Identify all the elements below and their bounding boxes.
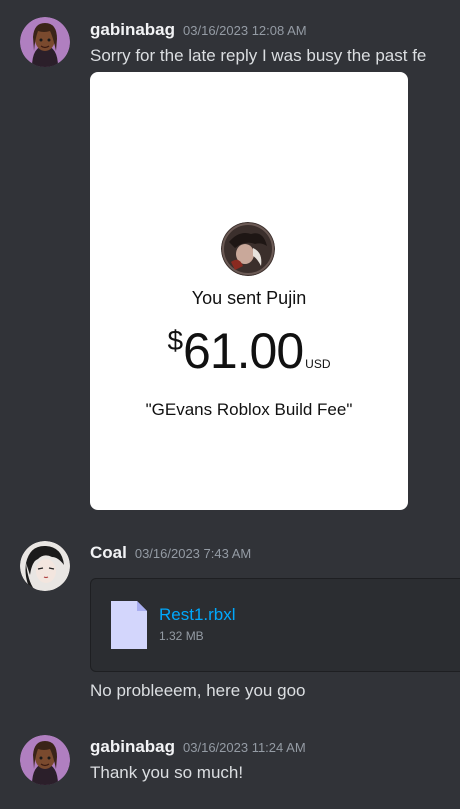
amount-value: 61.00 <box>183 323 304 379</box>
timestamp: 03/16/2023 11:24 AM <box>183 740 306 755</box>
file-name-link[interactable]: Rest1.rbxl <box>159 605 236 625</box>
file-attachment[interactable]: Rest1.rbxl 1.32 MB <box>90 578 460 672</box>
message-text: No probleeem, here you goo <box>90 681 306 700</box>
currency-code: USD <box>305 357 331 371</box>
file-icon <box>109 599 149 651</box>
payment-amount: $61.00 USD <box>90 322 408 380</box>
message-header: gabinabag 03/16/2023 11:24 AM <box>90 737 306 757</box>
username[interactable]: gabinabag <box>90 20 175 39</box>
file-size: 1.32 MB <box>159 629 204 643</box>
avatar[interactable] <box>20 735 70 785</box>
payment-note: "GEvans Roblox Build Fee" <box>145 400 353 419</box>
username[interactable]: gabinabag <box>90 737 175 756</box>
message-text: Thank you so much! <box>90 763 244 782</box>
currency-symbol: $ <box>167 325 184 356</box>
chat-messages: gabinabag 03/16/2023 12:08 AM Sorry for t… <box>0 0 460 809</box>
message-text: Sorry for the late reply I was busy the … <box>90 46 427 65</box>
recipient-avatar <box>221 222 275 276</box>
payment-sent-text: You sent Pujin <box>191 288 307 308</box>
timestamp: 03/16/2023 7:43 AM <box>134 546 252 561</box>
payment-image[interactable]: You sent Pujin $61.00 USD "GEvans Roblox … <box>90 72 408 510</box>
avatar[interactable] <box>20 541 70 591</box>
timestamp: 03/16/2023 12:08 AM <box>183 23 307 38</box>
username[interactable]: Coal <box>90 543 127 562</box>
message-header: gabinabag 03/16/2023 12:08 AM <box>90 20 307 40</box>
message-header: Coal 03/16/2023 7:43 AM <box>90 543 251 563</box>
avatar[interactable] <box>20 17 70 67</box>
